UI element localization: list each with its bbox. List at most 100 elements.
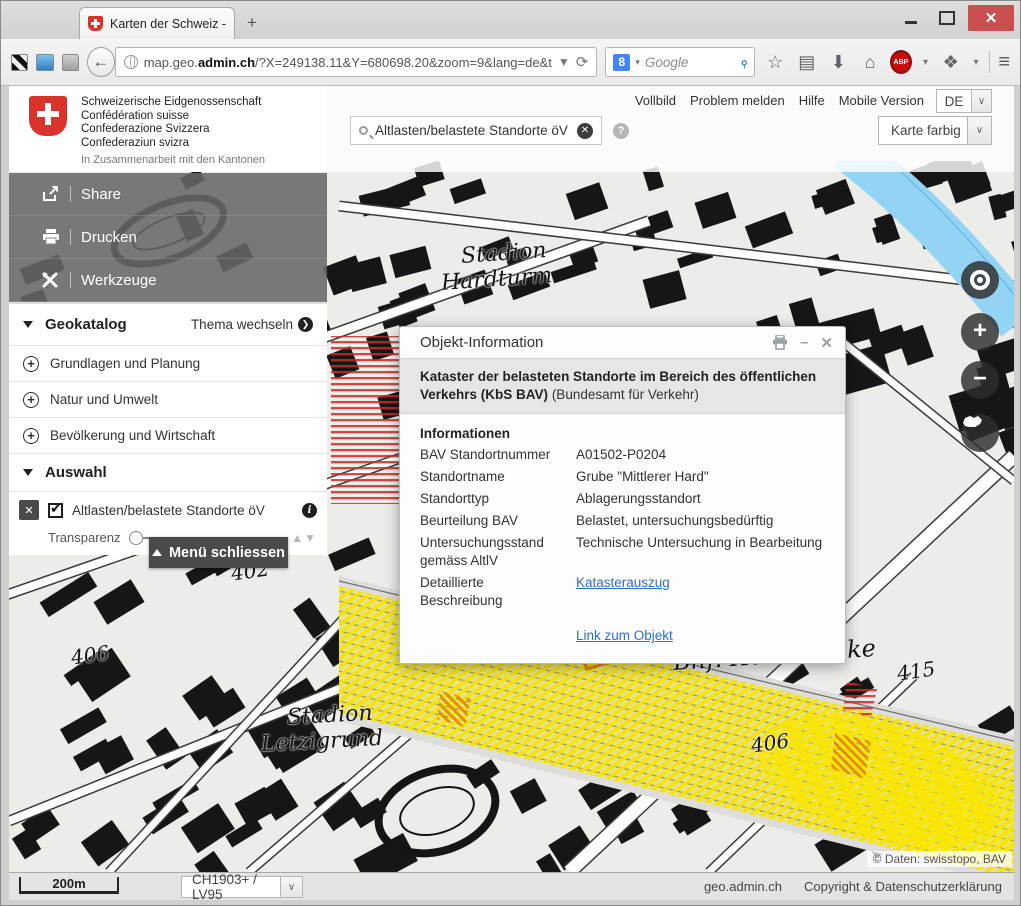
language-select[interactable]: DE ∨: [936, 89, 992, 113]
url-bar[interactable]: map.geo.admin.ch/?X=249138.11&Y=680698.2…: [115, 47, 598, 77]
map-search-input[interactable]: Altlasten/belastete Standorte öV ✕: [350, 116, 602, 145]
browser-tab[interactable]: Karten der Schweiz - Schweize...: [79, 7, 235, 39]
reload-icon[interactable]: ⟳: [576, 53, 589, 71]
footer-link-copyright[interactable]: Copyright & Datenschutzerklärung: [804, 879, 1002, 894]
adblock-icon[interactable]: ABP: [890, 50, 912, 74]
info-row: StandortnameGrube "Mittlerer Hard": [420, 468, 825, 486]
category-bevoelkerung[interactable]: + Bevölkerung und Wirtschaft: [9, 418, 327, 454]
chevron-down-icon: ∨: [971, 90, 991, 112]
chevron-down-icon[interactable]: ▾: [971, 57, 982, 68]
auswahl-header[interactable]: Auswahl: [9, 454, 327, 492]
window-titlebar: Karten der Schweiz - Schweize... + ✕: [1, 1, 1020, 39]
search-placeholder[interactable]: Google: [645, 55, 735, 70]
zoom-out-button[interactable]: −: [961, 361, 999, 399]
search-bar[interactable]: 8 ▾ Google ⌕: [605, 47, 755, 77]
switzerland-icon: [961, 414, 983, 429]
chevron-down-icon[interactable]: ▾: [635, 57, 640, 68]
logo-subline: In Zusammenarbeit mit den Kantonen: [81, 154, 327, 166]
sidebar-item-label: Drucken: [81, 229, 137, 246]
scale-bar: 200m: [19, 877, 119, 894]
print-icon[interactable]: [772, 335, 788, 350]
geokatalog-title: Geokatalog: [45, 316, 191, 333]
katasterauszug-link[interactable]: Katasterauszug: [576, 574, 825, 610]
chevron-up-icon: [152, 549, 162, 556]
map-style-select[interactable]: Karte farbig ∨: [878, 116, 992, 145]
remove-layer-button[interactable]: ✕: [19, 500, 39, 520]
chevron-down-icon[interactable]: ▾: [920, 57, 931, 68]
logo-line: Confédération suisse: [81, 110, 327, 124]
chevron-down-icon[interactable]: ▼: [558, 55, 570, 69]
addon-icon[interactable]: [11, 54, 28, 71]
category-natur[interactable]: + Natur und Umwelt: [9, 382, 327, 418]
toolbar-divider: [989, 51, 990, 73]
info-row: Detaillierte Beschreibung Katasterauszug: [420, 574, 825, 610]
logo-line: Confederazione Svizzera: [81, 123, 327, 137]
link-mobile-version[interactable]: Mobile Version: [839, 93, 924, 108]
slider-knob[interactable]: [129, 531, 143, 545]
new-tab-button[interactable]: +: [247, 13, 257, 33]
swiss-shield-icon: [29, 96, 67, 136]
map-label-stadion-letzigrund-1: Stadion: [286, 701, 373, 730]
link-problem-melden[interactable]: Problem melden: [690, 93, 785, 108]
search-value[interactable]: Altlasten/belastete Standorte öV: [375, 123, 570, 138]
confederation-logo-block[interactable]: Schweizerische Eidgenossenschaft Confédé…: [9, 86, 327, 172]
downloads-icon[interactable]: ⬇: [827, 52, 851, 73]
home-icon[interactable]: ⌂: [858, 52, 882, 73]
projection-select[interactable]: CH1903+ / LV95 ∨: [181, 876, 303, 898]
share-icon: [42, 186, 60, 202]
plus-icon: +: [23, 428, 39, 444]
link-hilfe[interactable]: Hilfe: [799, 93, 825, 108]
header-links: Vollbild Problem melden Hilfe Mobile Ver…: [635, 93, 924, 108]
reorder-arrows-icon[interactable]: ▲▼: [291, 531, 317, 545]
footer-link-geoadmin[interactable]: geo.admin.ch: [704, 879, 782, 894]
bookmarks-menu-icon[interactable]: ▤: [795, 52, 819, 73]
default-extent-button[interactable]: [961, 414, 999, 452]
chevron-down-icon: [23, 321, 33, 328]
projection-value: CH1903+ / LV95: [182, 872, 280, 900]
language-value: DE: [937, 94, 971, 109]
object-link[interactable]: Link zum Objekt: [576, 628, 825, 643]
url-text[interactable]: map.geo.admin.ch/?X=249138.11&Y=680698.2…: [144, 55, 552, 70]
addon-icon[interactable]: [62, 54, 79, 71]
geolocate-button[interactable]: [961, 261, 999, 299]
zoom-in-button[interactable]: +: [961, 313, 999, 351]
minimize-popup-icon[interactable]: –: [800, 334, 808, 351]
bookmark-star-icon[interactable]: ☆: [763, 52, 787, 73]
search-icon[interactable]: ⌕: [735, 53, 753, 71]
logo-line: Confederaziun svizra: [81, 137, 327, 151]
geoadmin-page: Stadion Hardturm Bhf. Hardbrücke Stadion…: [9, 86, 1014, 900]
search-icon: [359, 126, 368, 135]
search-engine-icon[interactable]: 8: [613, 54, 630, 71]
close-button[interactable]: ✕: [968, 5, 1014, 31]
clear-search-icon[interactable]: ✕: [577, 123, 593, 139]
layer-label: Altlasten/belastete Standorte öV: [72, 503, 293, 518]
back-button[interactable]: ←: [87, 47, 114, 77]
link-vollbild[interactable]: Vollbild: [635, 93, 676, 108]
category-grundlagen[interactable]: + Grundlagen und Planung: [9, 346, 327, 382]
plus-icon: +: [23, 392, 39, 408]
sidebar-item-werkzeuge[interactable]: Werkzeuge: [9, 259, 327, 302]
geokatalog-header[interactable]: Geokatalog Thema wechseln ❯: [9, 304, 327, 346]
chevron-down-icon: [23, 469, 33, 476]
maximize-button[interactable]: [932, 5, 962, 31]
transparency-label: Transparenz: [48, 530, 121, 545]
sidebar-item-drucken[interactable]: Drucken: [9, 216, 327, 259]
minimize-button[interactable]: [896, 5, 926, 31]
close-menu-button[interactable]: Menü schliessen: [149, 537, 288, 568]
sidebar-item-share[interactable]: Share: [9, 173, 327, 216]
addon-icon[interactable]: ❖: [939, 52, 963, 73]
map-footer: 200m CH1903+ / LV95 ∨ geo.admin.ch Copyr…: [9, 872, 1014, 900]
sidebar-item-label: Share: [81, 186, 121, 203]
auswahl-title: Auswahl: [45, 464, 313, 481]
close-popup-icon[interactable]: ✕: [820, 334, 833, 352]
theme-switch-link[interactable]: Thema wechseln ❯: [191, 317, 313, 332]
layer-info-icon[interactable]: i: [302, 503, 317, 518]
addon-icon[interactable]: [36, 54, 53, 71]
sidebar-menu: Share Drucken Werkzeuge Geokatalog: [9, 173, 327, 555]
info-row: Beurteilung BAVBelastet, untersuchungsbe…: [420, 512, 825, 530]
info-row: BAV StandortnummerA01502-P0204: [420, 446, 825, 464]
search-help-icon[interactable]: ?: [613, 123, 629, 139]
layer-checkbox[interactable]: [48, 503, 63, 518]
menu-icon[interactable]: ≡: [998, 51, 1010, 74]
printer-icon: [42, 229, 60, 245]
